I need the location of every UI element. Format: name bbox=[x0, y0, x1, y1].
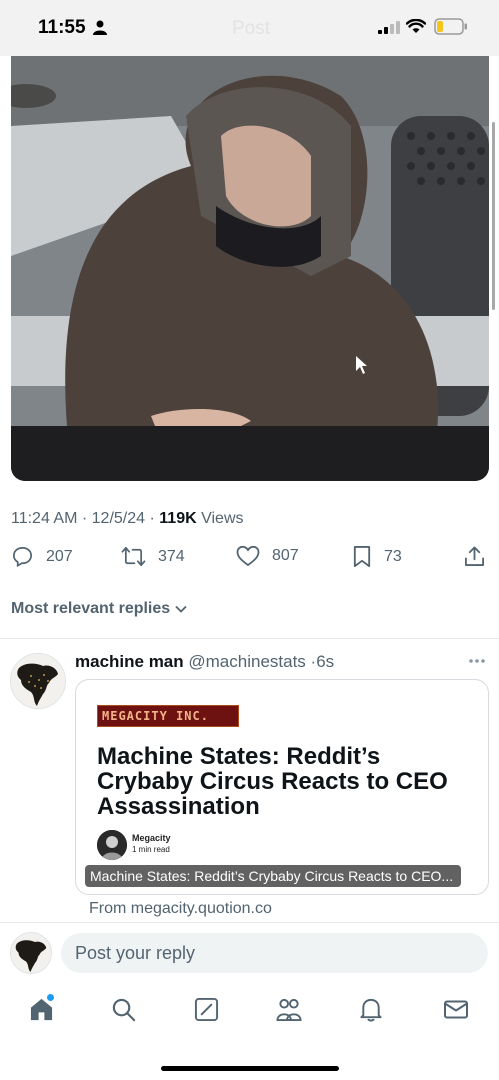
battery-icon bbox=[434, 18, 467, 35]
reply-icon bbox=[13, 547, 32, 568]
reply-count: 207 bbox=[46, 547, 73, 565]
views-label: Views bbox=[201, 510, 244, 527]
scrollbar[interactable] bbox=[492, 122, 495, 310]
bookmark-button[interactable]: 73 bbox=[352, 545, 402, 568]
repost-count: 374 bbox=[158, 547, 185, 565]
tweet-meta: 11:24 AM · 12/5/24 · 119K Views bbox=[11, 510, 244, 528]
views-count: 119K bbox=[159, 510, 197, 527]
reply-handle[interactable]: @machinestats bbox=[188, 652, 305, 671]
share-button[interactable] bbox=[464, 545, 485, 568]
reply-display-name[interactable]: machine man bbox=[75, 652, 184, 671]
grok-icon[interactable] bbox=[194, 997, 219, 1022]
replies-sort-label: Most relevant replies bbox=[11, 600, 171, 617]
card-author: Megacity 1 min read bbox=[132, 833, 171, 855]
status-bar: 11:55 Post bbox=[0, 0, 499, 56]
status-time: 11:55 bbox=[38, 17, 86, 38]
repost-icon bbox=[121, 547, 146, 566]
card-read-time: 1 min read bbox=[132, 845, 170, 854]
wifi-icon bbox=[406, 19, 426, 33]
home-icon[interactable] bbox=[29, 997, 54, 1022]
messages-icon[interactable] bbox=[443, 997, 469, 1022]
signal-icon bbox=[378, 21, 400, 34]
meta-separator: · bbox=[149, 510, 160, 527]
notifications-icon[interactable] bbox=[359, 997, 383, 1022]
tweet-date: 12/5/24 bbox=[91, 510, 146, 527]
tweet-image[interactable] bbox=[11, 56, 489, 481]
like-icon bbox=[236, 545, 260, 567]
repost-button[interactable]: 374 bbox=[121, 545, 185, 568]
divider bbox=[0, 922, 499, 923]
bookmark-count: 73 bbox=[384, 547, 402, 565]
bookmark-icon bbox=[353, 546, 371, 567]
reply-input[interactable]: Post your reply bbox=[61, 933, 488, 973]
card-logo: MEGACITY INC. bbox=[97, 705, 239, 727]
surveillance-photo bbox=[11, 56, 489, 481]
reply-header: machine man @machinestats ·6s bbox=[75, 652, 334, 672]
reply-button[interactable]: 207 bbox=[11, 545, 73, 568]
card-title-overlay: Machine States: Reddit’s Crybaby Circus … bbox=[85, 865, 461, 887]
home-indicator bbox=[161, 1066, 339, 1071]
tweet-time: 11:24 AM bbox=[11, 510, 78, 527]
card-author-name: Megacity bbox=[132, 833, 171, 843]
author-avatar-graphic bbox=[97, 830, 127, 860]
divider bbox=[0, 638, 499, 639]
card-source[interactable]: From megacity.quotion.co bbox=[89, 900, 272, 918]
like-count: 807 bbox=[272, 547, 299, 564]
reply-time: 6s bbox=[316, 652, 335, 671]
tweet-actions: 207 374 807 73 bbox=[0, 545, 499, 577]
link-card[interactable]: MEGACITY INC. Machine States: Reddit’s C… bbox=[75, 679, 489, 895]
person-icon bbox=[93, 20, 107, 35]
replies-sort-dropdown[interactable]: Most relevant replies bbox=[11, 600, 188, 618]
avatar-map-graphic bbox=[11, 654, 65, 708]
meta-separator: · bbox=[81, 510, 92, 527]
communities-icon[interactable] bbox=[275, 997, 303, 1022]
compose-avatar bbox=[10, 932, 52, 974]
avatar-map-graphic bbox=[11, 933, 51, 973]
card-headline: Machine States: Reddit’s Crybaby Circus … bbox=[97, 743, 448, 820]
more-icon[interactable] bbox=[468, 658, 486, 664]
card-author-avatar bbox=[97, 830, 127, 860]
search-icon[interactable] bbox=[111, 997, 136, 1022]
like-button[interactable]: 807 bbox=[236, 545, 299, 567]
page-title: Post bbox=[232, 18, 271, 39]
share-icon bbox=[465, 546, 484, 566]
chevron-down-icon bbox=[175, 605, 187, 613]
reply-avatar[interactable] bbox=[10, 653, 66, 709]
